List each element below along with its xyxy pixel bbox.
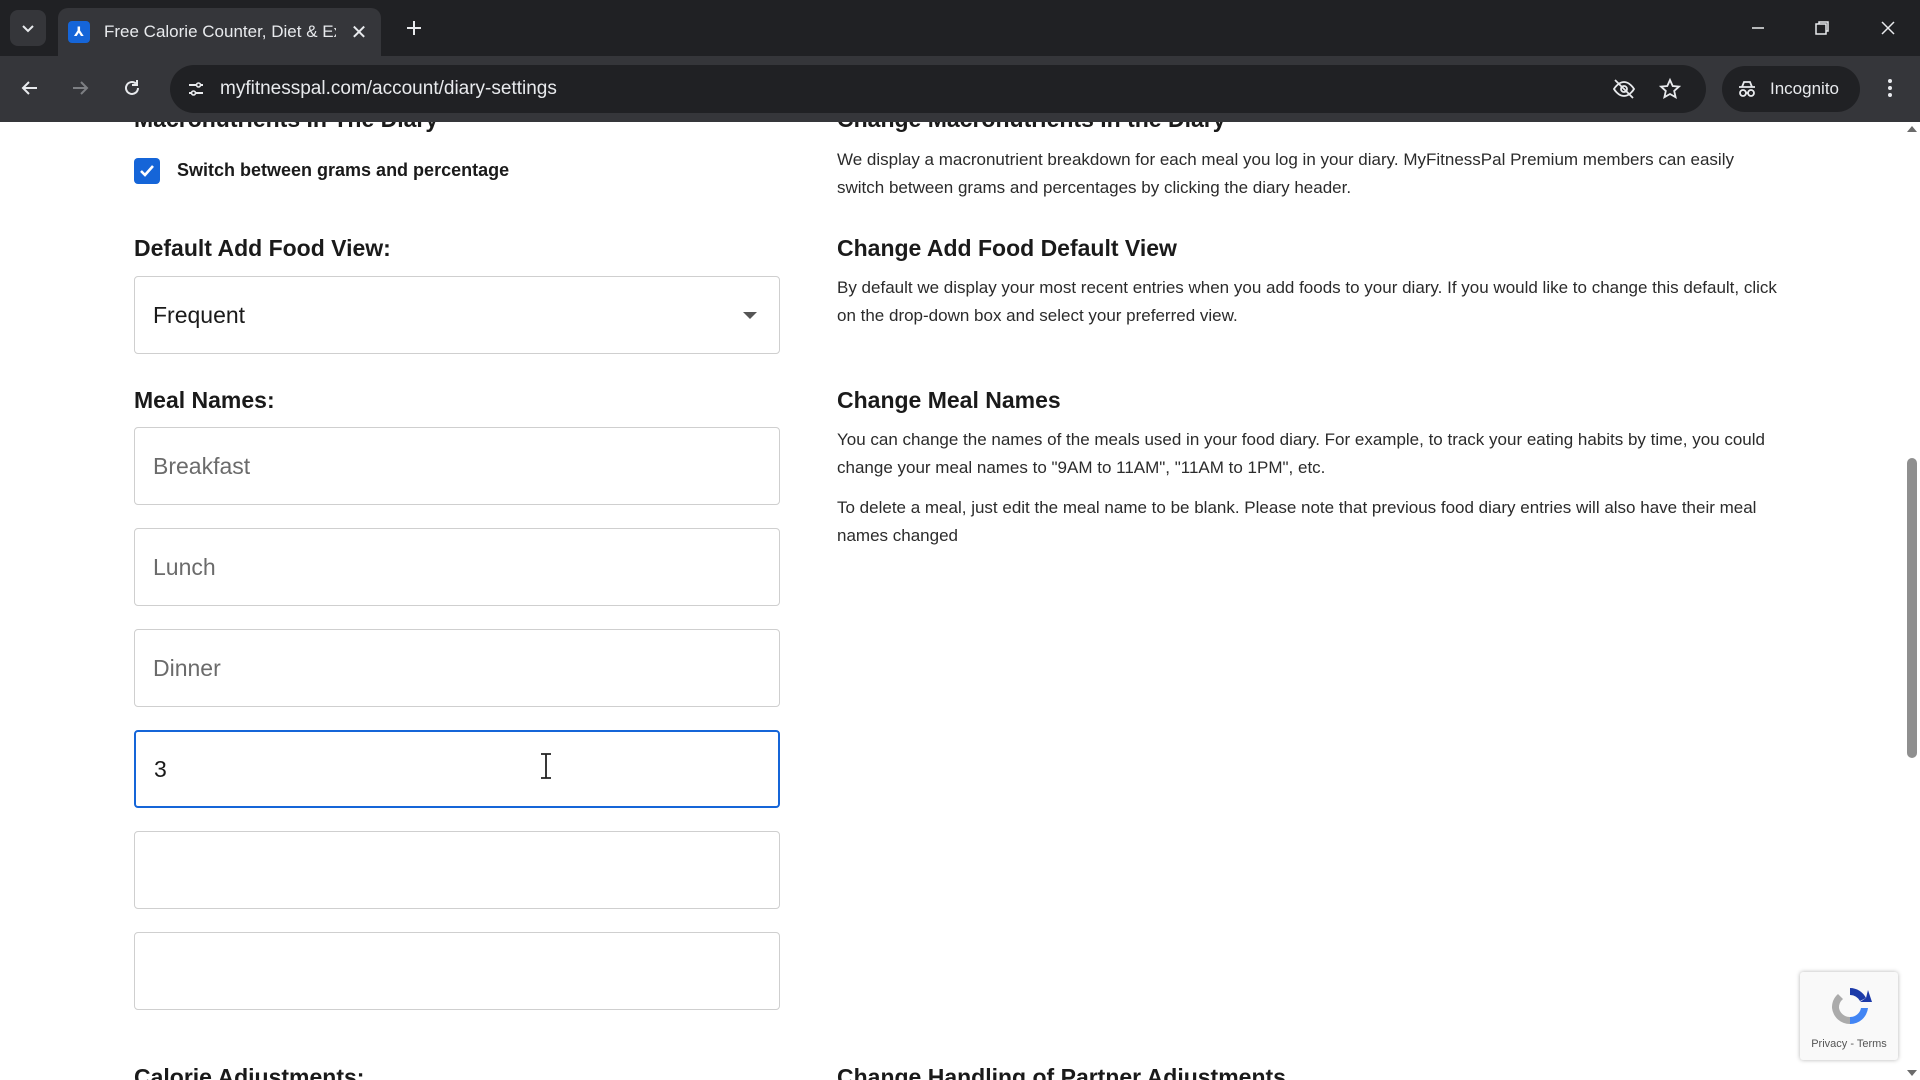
default-view-select[interactable]: Frequent [134,276,780,354]
checkmark-icon [140,165,154,177]
incognito-icon [1739,81,1755,97]
recaptcha-badge[interactable]: Privacy - Terms [1800,972,1898,1060]
restore-icon [1815,21,1829,35]
chevron-down-icon [22,25,34,33]
meal-name-input-1[interactable] [134,427,780,505]
incognito-label: Incognito [1770,79,1839,98]
meal-name-input-6[interactable] [134,932,780,1010]
browser-toolbar: myfitnesspal.com/account/diary-settings … [0,56,1920,122]
restore-button[interactable] [1802,8,1842,48]
scrollbar-thumb[interactable] [1907,458,1917,758]
close-window-button[interactable] [1868,8,1908,48]
minimize-icon [1752,27,1764,29]
meal-names-description-2: To delete a meal, just edit the meal nam… [837,498,1757,545]
plus-icon [407,21,421,35]
browser-tab[interactable]: ⅄ Free Calorie Counter, Diet & Exercise … [58,8,381,56]
forward-button[interactable] [62,70,98,106]
browser-menu-button[interactable] [1872,70,1908,106]
minimize-button[interactable] [1738,8,1778,48]
dropdown-caret-icon [743,311,757,319]
meal-names-label: Meal Names: [134,387,275,413]
meal-name-input-4[interactable] [134,730,780,808]
meal-name-input-3[interactable] [134,629,780,707]
myfitnesspal-favicon-icon: ⅄ [68,21,90,43]
scroll-down-arrow-icon[interactable] [1907,1070,1917,1076]
default-view-description: By default we display your most recent e… [837,278,1777,325]
meal-names-description-1: You can change the names of the meals us… [837,430,1765,477]
tab-close-icon[interactable]: ✕ [347,20,371,45]
default-view-label: Default Add Food View: [134,235,391,261]
page-scrollbar[interactable] [1904,122,1920,1080]
partner-adjustments-heading: Change Handling of Partner Adjustments [837,1064,1286,1080]
bookmark-star-icon[interactable] [1656,75,1684,103]
new-tab-button[interactable] [398,12,430,44]
page-content: Macronutrients In The Diary Switch betwe… [0,122,1904,1080]
macros-checkbox-label[interactable]: Switch between grams and percentage [177,160,509,181]
macros-checkbox[interactable] [134,158,160,184]
meal-names-right-heading: Change Meal Names [837,387,1061,413]
macros-right-heading: Change Macronutrients in the Diary [837,122,1226,133]
reload-button[interactable] [114,70,150,106]
back-button[interactable] [12,70,48,106]
eye-off-icon[interactable] [1610,75,1638,103]
tab-title: Free Calorie Counter, Diet & Exercise [104,22,336,41]
incognito-indicator[interactable]: Incognito [1722,66,1860,112]
default-view-value: Frequent [153,301,246,328]
default-view-right-heading: Change Add Food Default View [837,235,1177,261]
tab-search-button[interactable] [10,10,46,46]
recaptcha-icon [1831,988,1872,1025]
close-icon [1881,21,1895,35]
meal-name-input-2[interactable] [134,528,780,606]
macros-description: We display a macronutrient breakdown for… [837,150,1734,197]
url-text[interactable]: myfitnesspal.com/account/diary-settings [220,78,557,100]
more-vertical-icon [1888,79,1892,97]
meal-name-input-5[interactable] [134,831,780,909]
site-info-icon[interactable] [182,75,210,103]
scroll-up-arrow-icon[interactable] [1907,126,1917,132]
recaptcha-links[interactable]: Privacy - Terms [1800,1038,1898,1050]
address-bar[interactable]: myfitnesspal.com/account/diary-settings [170,65,1706,113]
reload-icon [125,80,139,95]
arrow-right-icon [73,81,89,95]
macros-heading: Macronutrients In The Diary [134,122,438,133]
arrow-left-icon [21,81,37,95]
text-cursor-icon [541,753,551,779]
browser-tab-bar: ⅄ Free Calorie Counter, Diet & Exercise … [0,0,1920,56]
calorie-adjustments-heading: Calorie Adjustments: [134,1064,365,1080]
